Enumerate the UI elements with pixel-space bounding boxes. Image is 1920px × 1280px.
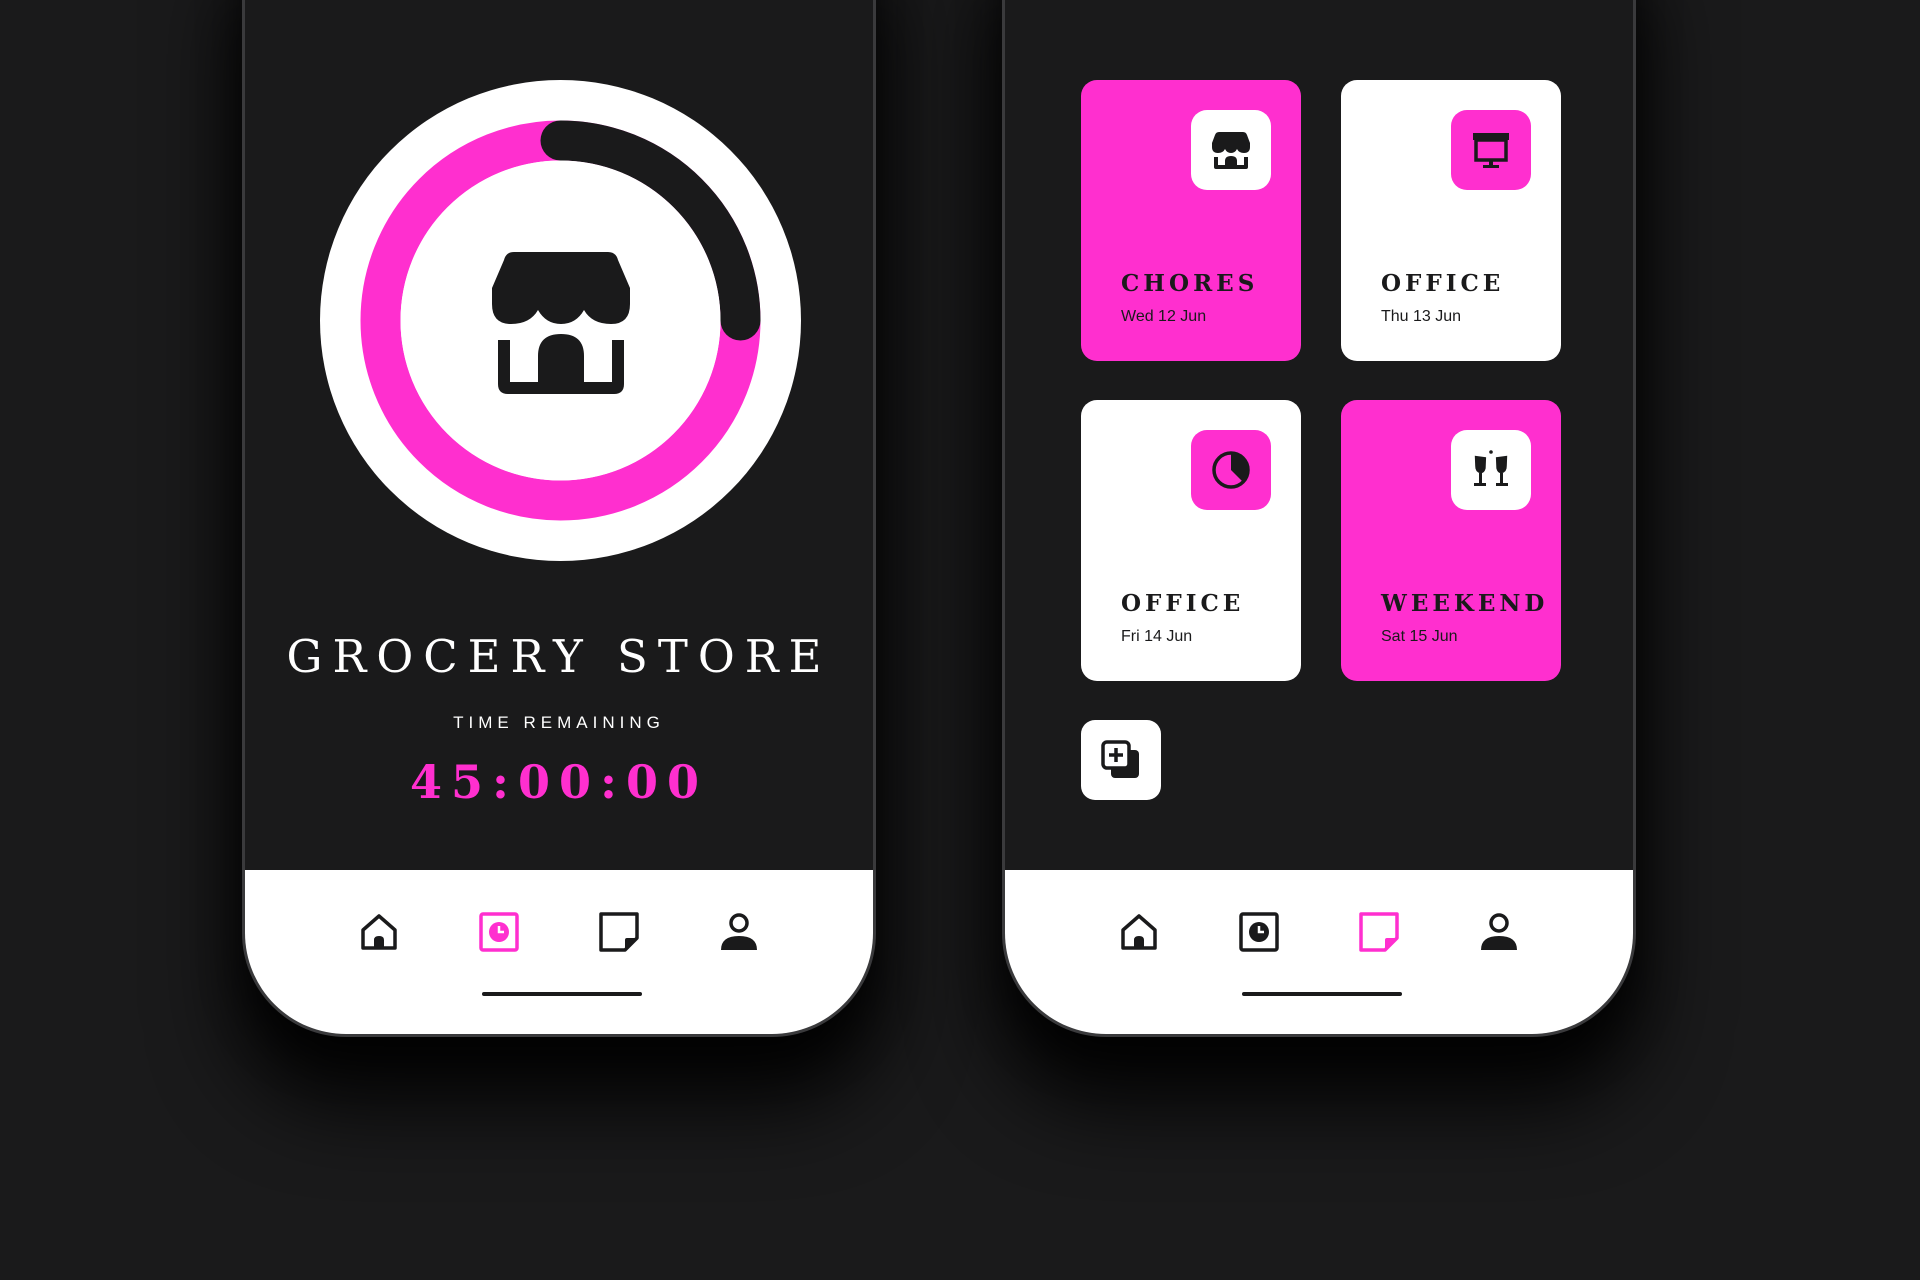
nav-profile-button[interactable] — [1477, 910, 1521, 954]
note-icon — [1359, 912, 1399, 952]
phone-timer-screen: GROCERY STORE TIME REMAINING 45:00:00 — [242, 0, 876, 1037]
nav-home-button[interactable] — [1117, 910, 1161, 954]
home-icon — [361, 914, 397, 950]
schedule-card[interactable]: WEEKEND Sat 15 Jun — [1341, 400, 1561, 681]
card-icon-badge — [1191, 110, 1271, 190]
store-icon — [1212, 132, 1250, 169]
pie-chart-icon — [1212, 451, 1250, 489]
timer-icon — [1239, 912, 1279, 952]
add-copy-icon — [1101, 740, 1139, 778]
card-date: Sat 15 Jun — [1381, 628, 1458, 645]
card-title: OFFICE — [1381, 270, 1505, 297]
card-icon-badge — [1451, 430, 1531, 510]
schedule-card[interactable]: OFFICE Thu 13 Jun — [1341, 80, 1561, 361]
home-indicator — [482, 992, 642, 996]
nav-home-button[interactable] — [357, 910, 401, 954]
phone-schedule-screen: CHORES Wed 12 Jun OFFICE Thu 13 Jun OFFI… — [1002, 0, 1636, 1037]
card-date: Thu 13 Jun — [1381, 308, 1462, 325]
canvas: GROCERY STORE TIME REMAINING 45:00:00 CH… — [0, 0, 1920, 1280]
card-title: CHORES — [1121, 270, 1259, 297]
profile-icon — [721, 913, 757, 950]
add-card-button[interactable] — [1081, 720, 1161, 800]
bottom-nav — [245, 870, 873, 1034]
schedule-card[interactable]: OFFICE Fri 14 Jun — [1081, 400, 1301, 681]
card-date: Fri 14 Jun — [1121, 628, 1193, 645]
nav-timer-button[interactable] — [477, 910, 521, 954]
nav-notes-button[interactable] — [1357, 910, 1401, 954]
card-icon-badge — [1451, 110, 1531, 190]
nav-timer-button[interactable] — [1237, 910, 1281, 954]
nav-profile-button[interactable] — [717, 910, 761, 954]
presentation-icon — [1473, 133, 1509, 168]
progress-ring — [320, 80, 801, 561]
card-icon-badge — [1191, 430, 1271, 510]
timer-icon — [479, 912, 519, 952]
timer-title: GROCERY STORE — [286, 630, 832, 683]
bottom-nav — [1005, 870, 1633, 1034]
cheers-icon — [1474, 450, 1508, 486]
time-remaining-value: 45:00:00 — [409, 755, 708, 809]
schedule-card[interactable]: CHORES Wed 12 Jun — [1081, 80, 1301, 361]
nav-notes-button[interactable] — [597, 910, 641, 954]
profile-icon — [1481, 913, 1517, 950]
progress-ring-graphic — [320, 80, 801, 561]
card-title: OFFICE — [1121, 590, 1245, 617]
card-title: WEEKEND — [1381, 590, 1549, 617]
home-icon — [1121, 914, 1157, 950]
card-date: Wed 12 Jun — [1121, 308, 1207, 325]
timer-subtitle: TIME REMAINING — [453, 713, 665, 732]
note-icon — [599, 912, 639, 952]
home-indicator — [1242, 992, 1402, 996]
